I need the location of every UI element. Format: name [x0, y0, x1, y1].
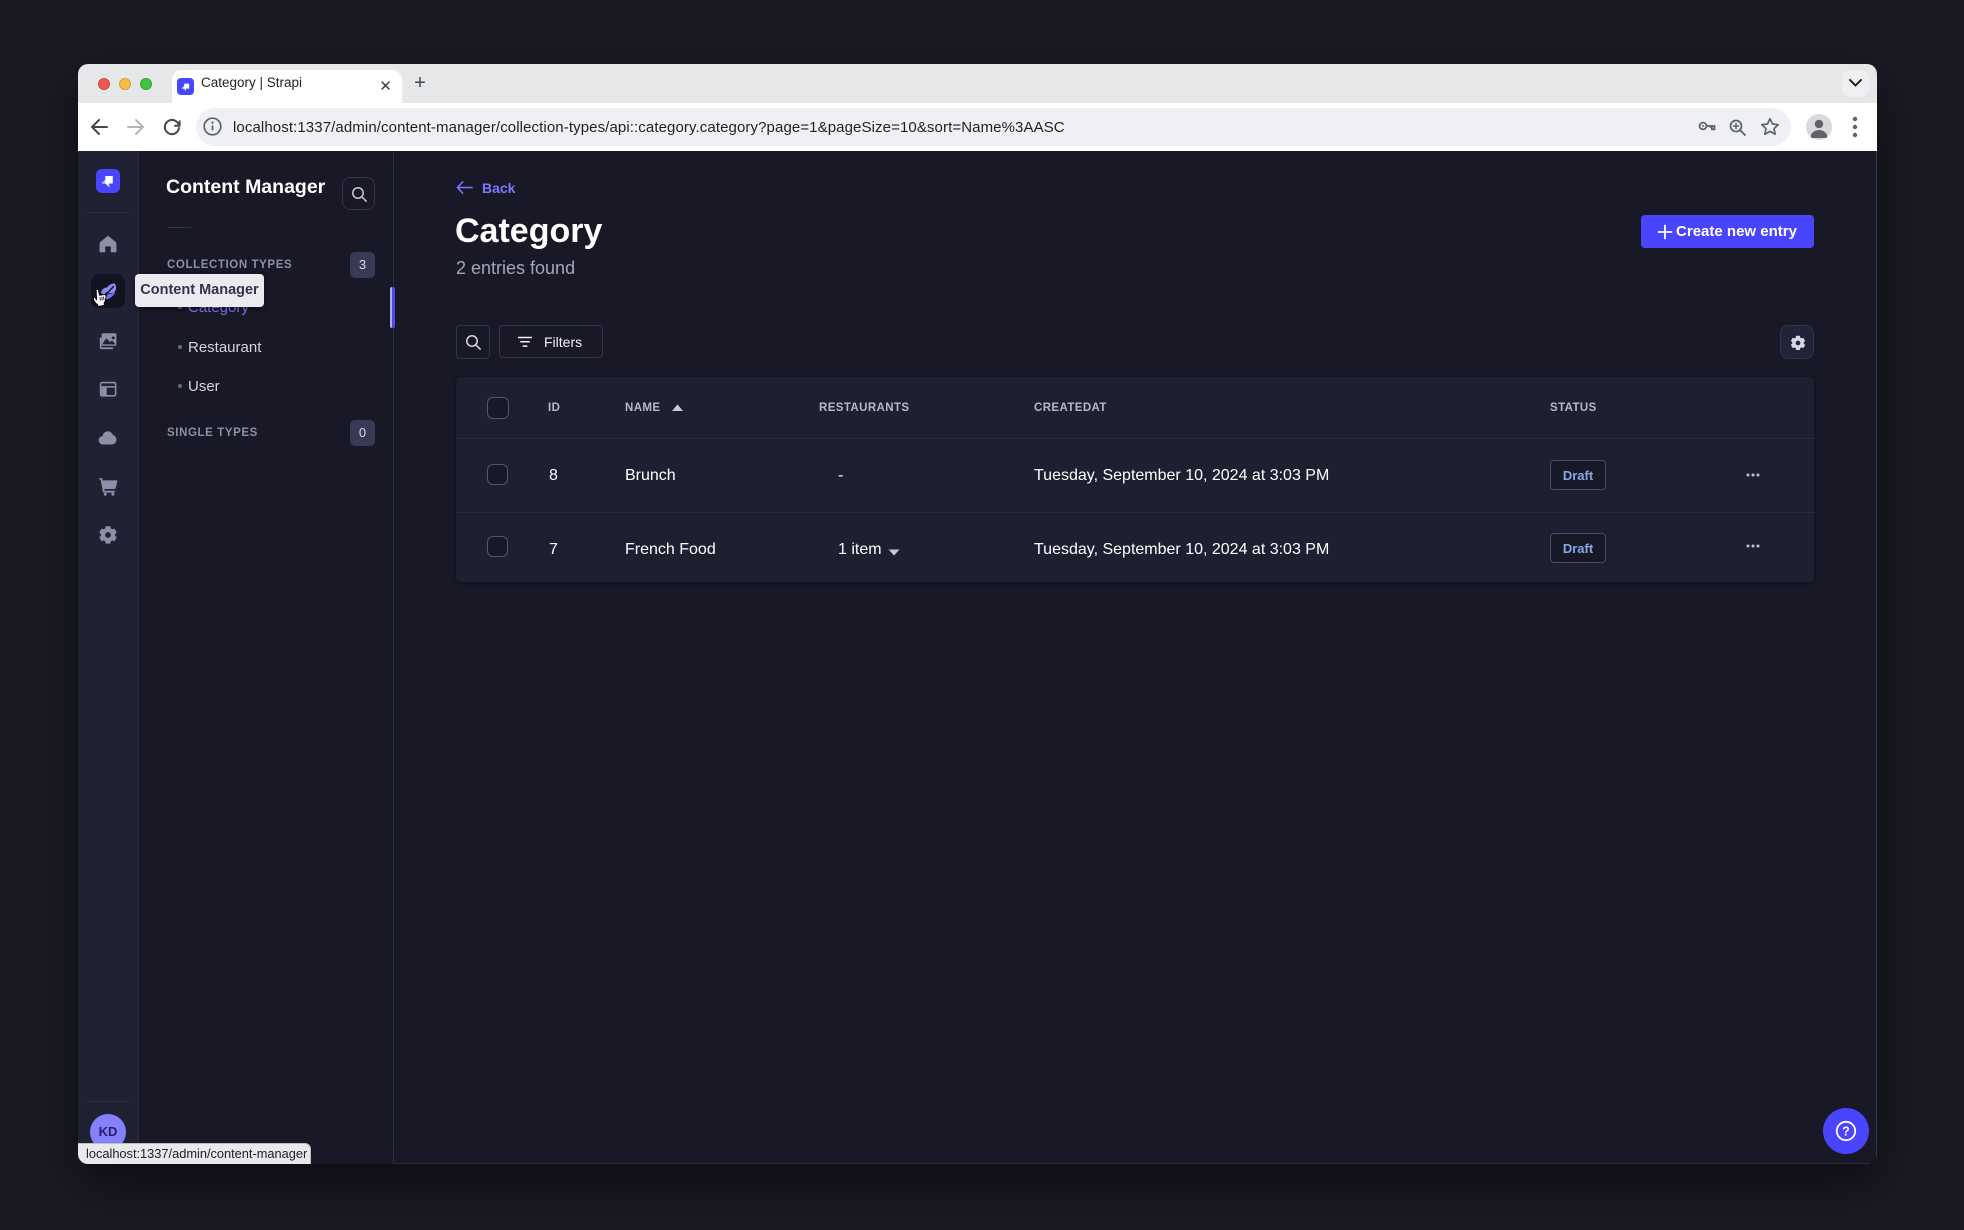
svg-text:?: ? — [1842, 1125, 1850, 1139]
